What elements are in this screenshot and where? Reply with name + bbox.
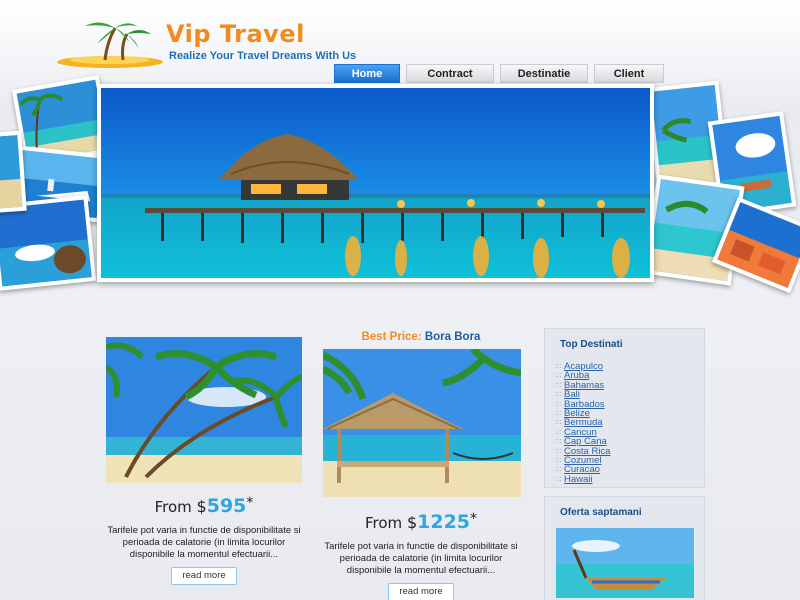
offer1-price: From $595*: [106, 495, 302, 517]
island-logo-icon[interactable]: [55, 14, 165, 70]
weekly-offer-boat-photo[interactable]: [556, 528, 694, 598]
bullet-icon: ∷: [556, 371, 562, 381]
bullet-icon: ∷: [556, 474, 562, 484]
nav-home[interactable]: Home: [334, 64, 400, 83]
bullet-icon: ∷: [556, 437, 562, 447]
bullet-icon: ∷: [556, 427, 562, 437]
offer1-asterisk: *: [246, 495, 254, 511]
top-destinations-title: Top Destinati: [560, 339, 623, 350]
offer2-amount: 1225: [417, 511, 471, 533]
offer1-amount: 595: [206, 495, 247, 517]
site-logo-title[interactable]: Vip Travel: [166, 20, 305, 48]
bullet-icon: ∷: [556, 418, 562, 428]
offer1-description: Tarifele pot varia in functie de disponi…: [107, 525, 301, 560]
bullet-icon: ∷: [556, 456, 562, 466]
destination-link[interactable]: Hawaii: [564, 474, 593, 484]
offer2-currency: $: [406, 513, 418, 532]
bullet-icon: ∷: [556, 446, 562, 456]
bullet-icon: ∷: [556, 465, 562, 475]
best-price-destination[interactable]: Bora Bora: [425, 331, 481, 343]
site-tagline: Realize Your Travel Dreams With Us: [169, 50, 357, 62]
offer2-description: Tarifele pot varia in functie de disponi…: [324, 541, 518, 576]
main-nav: Home Contract Destinatie Client: [334, 64, 664, 83]
offer2-read-more-button[interactable]: read more: [388, 583, 454, 600]
bullet-icon: ∷: [556, 409, 562, 419]
best-price-label: Best Price:: [361, 331, 422, 343]
offer2-price: From $1225*: [322, 511, 520, 533]
bullet-icon: ∷: [556, 362, 562, 371]
offer1-read-more-button[interactable]: read more: [171, 567, 237, 585]
weekly-offer-title: Oferta saptamani: [560, 507, 642, 518]
nav-client[interactable]: Client: [594, 64, 664, 83]
hero-island-resort-image: [101, 88, 650, 278]
bullet-icon: ∷: [556, 399, 562, 409]
weekly-offer-box: Oferta saptamani: [544, 496, 705, 600]
offer1-currency: $: [196, 497, 207, 516]
offer-card-2: Best Price: Bora Bora From $1225* Tarife…: [322, 331, 521, 600]
destination-item: ∷ Hawaii: [556, 474, 704, 484]
bullet-icon: ∷: [556, 380, 562, 390]
top-destinations-box: Top Destinati ∷ Acapulco ∷ Aruba ∷ Bahamas ∷ Ba…: [544, 328, 705, 488]
hero-banner-image: [97, 84, 654, 282]
offer2-asterisk: *: [470, 511, 478, 527]
bullet-icon: ∷: [556, 390, 562, 400]
beach-gazebo-photo: [323, 349, 521, 497]
best-price-heading: Best Price: Bora Bora: [322, 331, 520, 343]
offer2-price-prefix: From: [364, 514, 403, 532]
nav-destinatie[interactable]: Destinatie: [500, 64, 588, 83]
offer1-price-prefix: From: [154, 498, 192, 516]
nav-contract[interactable]: Contract: [406, 64, 494, 83]
beach-palms-photo: [106, 337, 302, 483]
destinations-list: ∷ Acapulco ∷ Aruba ∷ Bahamas ∷ Bali ∷ Barbados ∷ Be…: [545, 350, 704, 485]
offer-card-1: From $595* Tarifele pot varia in functie…: [106, 337, 302, 585]
